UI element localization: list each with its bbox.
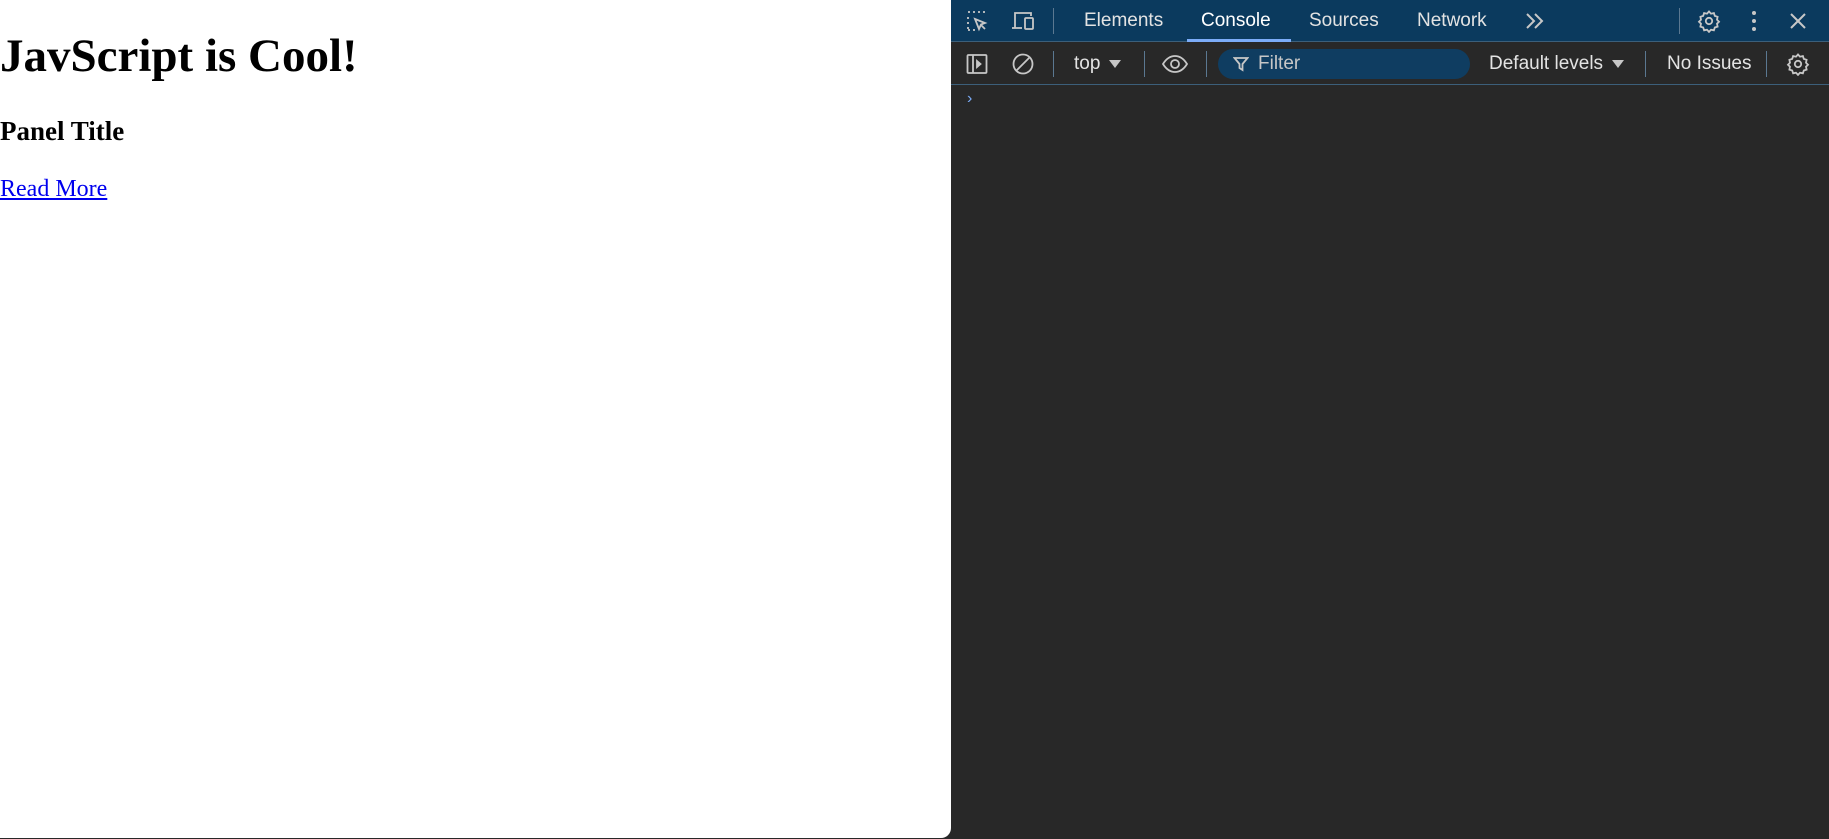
console-toolbar: top Default levels No Issues xyxy=(951,43,1829,85)
chevron-double-right-icon[interactable] xyxy=(1515,0,1555,41)
filter-input[interactable] xyxy=(1258,53,1448,75)
dropdown-arrow-icon xyxy=(1612,60,1625,68)
dropdown-arrow-icon xyxy=(1109,60,1122,68)
context-selector[interactable]: top xyxy=(1074,43,1122,85)
filter-box[interactable] xyxy=(1218,49,1470,79)
gear-icon[interactable] xyxy=(1689,0,1729,41)
tab-label: Network xyxy=(1417,10,1487,31)
console-output[interactable]: › xyxy=(951,86,1829,839)
clear-console-icon[interactable] xyxy=(1003,43,1043,85)
read-more-link[interactable]: Read More xyxy=(0,175,107,204)
console-settings-icon[interactable] xyxy=(1778,43,1818,85)
console-prompt[interactable]: › xyxy=(967,90,972,108)
page-viewport: JavScript is Cool! Panel Title Read More xyxy=(0,0,951,838)
issues-counter[interactable]: No Issues xyxy=(1667,43,1751,85)
toolbar-divider xyxy=(1144,51,1145,77)
tab-label: Sources xyxy=(1309,10,1379,31)
toolbar-divider xyxy=(1053,51,1054,77)
kebab-menu-icon[interactable] xyxy=(1734,0,1774,41)
context-label: top xyxy=(1074,53,1101,74)
toolbar-divider xyxy=(1679,8,1680,34)
sidebar-toggle-icon[interactable] xyxy=(957,43,997,85)
tab-console[interactable]: Console xyxy=(1187,0,1291,42)
log-levels-label: Default levels xyxy=(1489,53,1604,74)
devtools-tabbar: Elements Console Sources Network xyxy=(951,0,1829,42)
tab-label: Elements xyxy=(1084,10,1164,31)
devtools-panel: Elements Console Sources Network top Fil… xyxy=(951,0,1829,839)
issues-label: No Issues xyxy=(1667,53,1752,74)
panel-title: Panel Title xyxy=(0,116,125,146)
tab-label: Console xyxy=(1201,10,1271,31)
log-levels-dropdown[interactable]: Default levels xyxy=(1489,43,1625,85)
page-heading: JavScript is Cool! xyxy=(0,30,358,82)
filter-icon xyxy=(1233,57,1249,72)
toolbar-divider xyxy=(1645,51,1646,77)
tab-elements[interactable]: Elements xyxy=(1084,0,1163,42)
toolbar-divider xyxy=(1206,51,1207,77)
tab-sources[interactable]: Sources xyxy=(1309,0,1379,42)
close-icon[interactable] xyxy=(1778,0,1818,41)
device-toolbar-icon[interactable] xyxy=(1003,0,1043,41)
inspect-element-icon[interactable] xyxy=(957,0,997,41)
tab-network[interactable]: Network xyxy=(1417,0,1487,42)
toolbar-divider xyxy=(1766,51,1767,77)
toolbar-divider xyxy=(1053,8,1054,34)
eye-icon[interactable] xyxy=(1155,43,1195,85)
